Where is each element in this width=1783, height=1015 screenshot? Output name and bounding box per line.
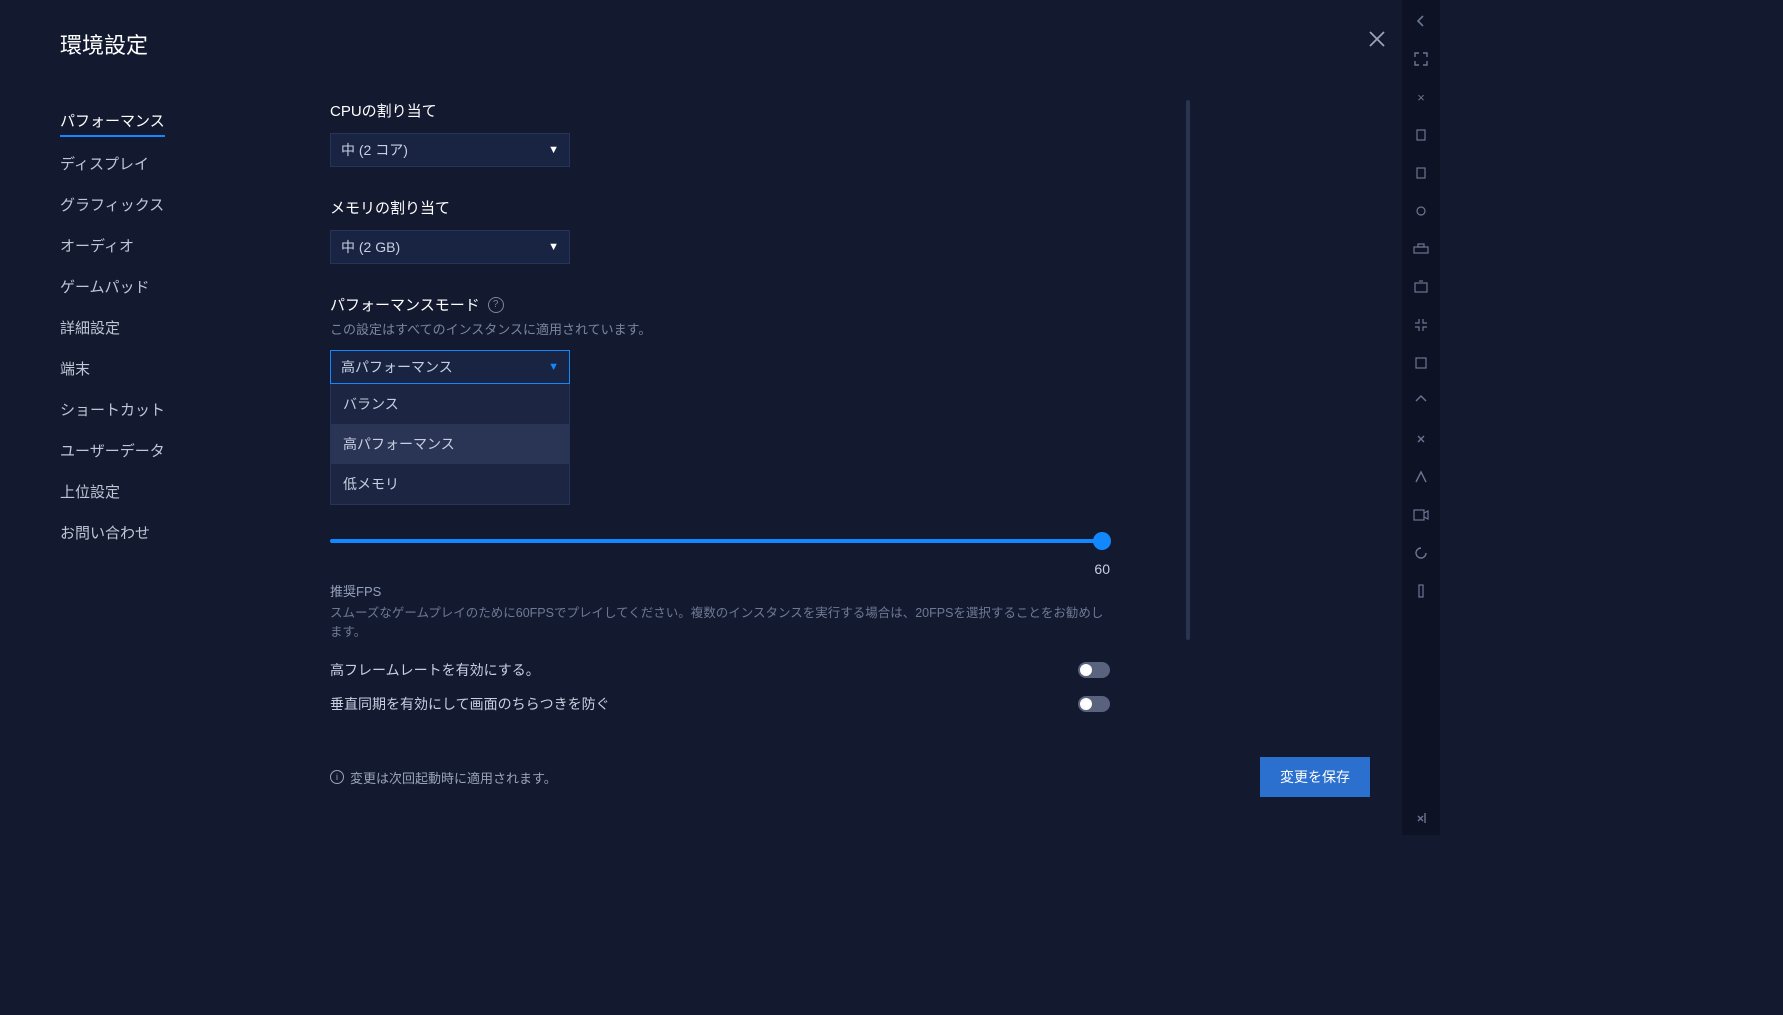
settings-content: CPUの割り当て 中 (2 コア) ▼ メモリの割り当て 中 (2 GB) ▼ … — [270, 100, 1170, 728]
toolbar-lock-icon[interactable] — [1412, 202, 1430, 220]
sidebar-item-display[interactable]: ディスプレイ — [60, 143, 270, 184]
footer-note: i 変更は次回起動時に適用されます。 — [330, 768, 557, 787]
chevron-down-icon: ▼ — [548, 241, 559, 253]
high-fps-toggle[interactable] — [1078, 662, 1110, 678]
sidebar-item-advanced[interactable]: 詳細設定 — [60, 307, 270, 348]
sidebar-item-shortcuts[interactable]: ショートカット — [60, 389, 270, 430]
chevron-down-icon: ▼ — [548, 144, 559, 156]
fps-rec-label: 推奨FPS — [330, 581, 1110, 600]
settings-sidebar: パフォーマンス ディスプレイ グラフィックス オーディオ ゲームパッド 詳細設定… — [0, 100, 270, 728]
sidebar-item-device[interactable]: 端末 — [60, 348, 270, 389]
perf-mode-select-value: 高パフォーマンス — [341, 357, 453, 377]
close-icon — [1368, 30, 1386, 48]
help-icon[interactable]: ? — [488, 297, 504, 313]
high-fps-label: 高フレームレートを有効にする。 — [330, 660, 540, 680]
sidebar-item-contact[interactable]: お問い合わせ — [60, 512, 270, 553]
footer-note-text: 変更は次回起動時に適用されます。 — [350, 768, 557, 787]
sidebar-item-gamepad[interactable]: ゲームパッド — [60, 266, 270, 307]
fps-slider-track — [330, 539, 1110, 543]
sidebar-item-userdata[interactable]: ユーザーデータ — [60, 430, 270, 471]
info-icon: i — [330, 770, 344, 784]
toolbar-settings-icon[interactable] — [1412, 582, 1430, 600]
sidebar-item-performance[interactable]: パフォーマンス — [60, 100, 165, 137]
fps-value: 60 — [330, 561, 1110, 577]
vsync-toggle[interactable] — [1078, 696, 1110, 712]
cpu-select-value: 中 (2 コア) — [341, 140, 408, 160]
perf-mode-option-high[interactable]: 高パフォーマンス — [331, 424, 569, 464]
fps-slider[interactable] — [330, 525, 1110, 555]
cpu-select[interactable]: 中 (2 コア) ▼ — [330, 133, 570, 167]
toolbar-location-icon[interactable] — [1412, 392, 1430, 410]
toolbar-shake-icon[interactable] — [1412, 468, 1430, 486]
toolbar-screenshot-icon[interactable] — [1412, 278, 1430, 296]
toolbar-back-icon[interactable] — [1412, 12, 1430, 30]
toolbar-volume-up-icon[interactable] — [1412, 126, 1430, 144]
chevron-down-icon: ▼ — [548, 361, 559, 373]
fps-slider-thumb[interactable] — [1093, 532, 1111, 550]
perf-mode-option-lowmem[interactable]: 低メモリ — [331, 464, 569, 504]
sidebar-item-graphics[interactable]: グラフィックス — [60, 184, 270, 225]
toolbar-media-icon[interactable] — [1412, 506, 1430, 524]
page-title: 環境設定 — [60, 28, 1440, 60]
save-button[interactable]: 変更を保存 — [1260, 757, 1370, 797]
memory-select-value: 中 (2 GB) — [341, 237, 400, 257]
scrollbar[interactable] — [1186, 100, 1190, 640]
toolbar-keyboard-icon[interactable] — [1412, 240, 1430, 258]
sidebar-item-premium[interactable]: 上位設定 — [60, 471, 270, 512]
perf-mode-label-text: パフォーマンスモード — [330, 294, 480, 315]
toolbar-fullscreen-icon[interactable] — [1412, 50, 1430, 68]
toolbar-volume-down-icon[interactable] — [1412, 164, 1430, 182]
right-toolbar: × — [1402, 0, 1440, 835]
close-button[interactable] — [1364, 26, 1390, 52]
toolbar-more-icon[interactable] — [1412, 544, 1430, 562]
perf-mode-option-balance[interactable]: バランス — [331, 384, 569, 424]
memory-select[interactable]: 中 (2 GB) ▼ — [330, 230, 570, 264]
perf-mode-select[interactable]: 高パフォーマンス ▼ — [330, 350, 570, 384]
perf-mode-dropdown: バランス 高パフォーマンス 低メモリ — [330, 384, 570, 505]
toolbar-rotate-icon[interactable] — [1412, 430, 1430, 448]
toolbar-collapse-icon[interactable] — [1412, 809, 1430, 827]
toolbar-pin-icon[interactable] — [1412, 354, 1430, 372]
sidebar-item-audio[interactable]: オーディオ — [60, 225, 270, 266]
fps-help-text: スムーズなゲームプレイのために60FPSでプレイしてください。複数のインスタンス… — [330, 604, 1110, 642]
cpu-label: CPUの割り当て — [330, 100, 1110, 121]
toolbar-minimize-icon[interactable]: × — [1412, 88, 1430, 106]
toolbar-expand-icon[interactable] — [1412, 316, 1430, 334]
memory-label: メモリの割り当て — [330, 197, 1110, 218]
perf-mode-label: パフォーマンスモード ? — [330, 294, 1110, 315]
vsync-label: 垂直同期を有効にして画面のちらつきを防ぐ — [330, 694, 610, 714]
perf-mode-note: この設定はすべてのインスタンスに適用されています。 — [330, 319, 1110, 338]
